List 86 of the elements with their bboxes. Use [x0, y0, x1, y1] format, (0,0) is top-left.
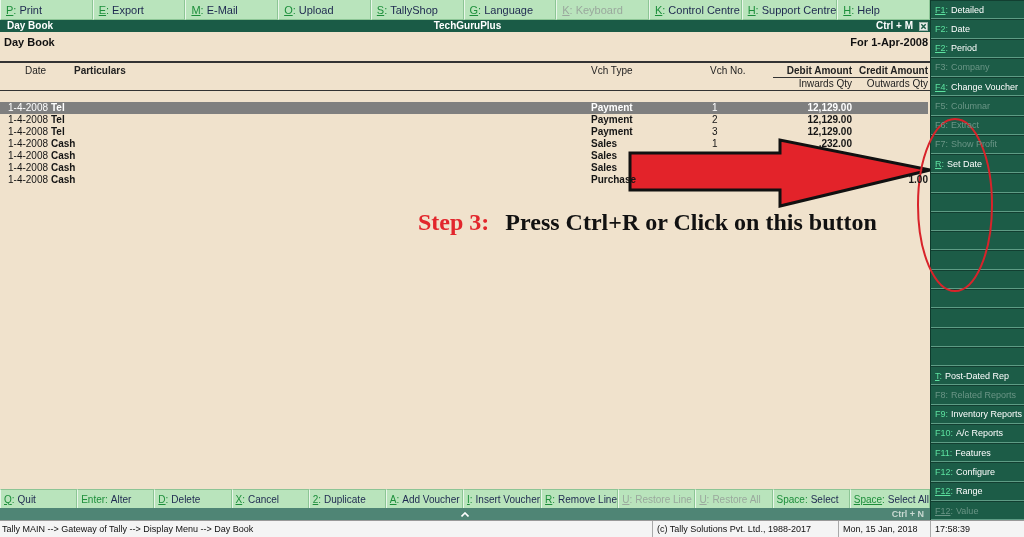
- side-panel-button[interactable]: F2: Date: [931, 19, 1024, 39]
- status-date: Mon, 15 Jan, 2018: [838, 521, 930, 537]
- bottom-bar-button[interactable]: X: Cancel: [231, 489, 309, 508]
- table-cell: 12,129.00: [807, 126, 852, 138]
- table-cell-text: 1-4-2008: [7, 114, 49, 126]
- bottom-bar-button[interactable]: Space: Select: [772, 489, 850, 508]
- toolbar-button[interactable]: H: Support Centre: [741, 0, 838, 20]
- table-cell: Sales: [590, 150, 618, 162]
- report-title: Day Book: [4, 36, 55, 48]
- table-cell: Sales: [590, 162, 618, 174]
- column-header: Inwards Qty: [798, 78, 852, 90]
- table-cell: Cash: [50, 162, 76, 174]
- toolbar-button[interactable]: P: Print: [0, 0, 93, 20]
- bottom-bar-button[interactable]: Q: Quit: [0, 489, 78, 508]
- side-panel-button[interactable]: F1: Detailed: [931, 0, 1024, 20]
- table-cell: Cash: [50, 138, 76, 150]
- table-cell-text: 1-4-2008: [7, 150, 49, 162]
- table-cell: Tel: [50, 126, 65, 138]
- table-cell-text: 1-4-2008: [7, 138, 49, 150]
- close-icon[interactable]: [919, 21, 928, 31]
- shortcut-hint: Ctrl + N: [891, 508, 924, 520]
- side-panel-button[interactable]: T: Post-Dated Rep: [931, 366, 1024, 386]
- table-cell: Tel: [50, 114, 65, 126]
- table-row[interactable]: 1-4-2008 Cash Sales: [0, 162, 928, 174]
- breadcrumb-path: Tally MAIN --> Gateway of Tally --> Display Menu --> Day Book: [1, 523, 255, 536]
- table-cell: ,232.00: [818, 138, 852, 150]
- toolbar-button[interactable]: E: Export: [92, 0, 186, 20]
- table-cell-text: 1-4-2008: [7, 162, 49, 174]
- side-panel-button[interactable]: F12: Range: [931, 481, 1024, 501]
- status-time: 17:58:39: [930, 521, 1024, 537]
- caret-up-icon[interactable]: [461, 511, 469, 517]
- table-cell: Payment: [590, 126, 633, 138]
- column-header: Particulars: [73, 65, 126, 77]
- table-cell: Sales: [590, 138, 618, 150]
- table-row[interactable]: 1-4-2008 Cash Sales 1 ,232.00: [0, 138, 928, 150]
- toolbar-button[interactable]: K: Control Centre: [648, 0, 742, 20]
- table-cell-text: 2: [711, 114, 718, 126]
- table-cell-text: 1-4-2008: [7, 126, 49, 138]
- company-name: TechGuruPlus: [433, 20, 502, 32]
- bottom-bar-button[interactable]: D: Delete: [154, 489, 232, 508]
- bottom-bar-button[interactable]: Space: Select All: [849, 489, 930, 508]
- table-cell-text: 3: [711, 126, 718, 138]
- toolbar-button[interactable]: M: E-Mail: [185, 0, 279, 20]
- table-cell: 12,129.00: [807, 114, 852, 126]
- table-cell-text: 1-4-2008: [7, 174, 49, 186]
- side-panel-button[interactable]: F2: Period: [931, 38, 1024, 58]
- side-panel-button[interactable]: F4: Change Voucher: [931, 77, 1024, 97]
- table-cell: Tel: [50, 102, 65, 114]
- table-cell-text: 1: [711, 102, 718, 114]
- bottom-bar-button[interactable]: I: Insert Voucher: [463, 489, 542, 508]
- table-cell: 12,129.00: [807, 102, 852, 114]
- bottom-bar-button[interactable]: 2: Duplicate: [308, 489, 386, 508]
- bottom-bar-button[interactable]: Enter: Alter: [77, 489, 155, 508]
- table-cell: Payment: [590, 114, 633, 126]
- table-cell: Cash: [50, 174, 76, 186]
- table-row[interactable]: 1-4-2008 Tel Payment 2 12,129.00: [0, 114, 928, 126]
- window-title: Day Book: [7, 20, 55, 32]
- table-row[interactable]: 1-4-2008 Tel Payment 1 12,129.00: [0, 102, 928, 114]
- side-panel-button[interactable]: R: Set Date: [931, 154, 1024, 174]
- side-panel-button[interactable]: F12: Configure: [931, 462, 1024, 482]
- column-header: Outwards Qty: [866, 78, 928, 90]
- instruction-text: Press Ctrl+R or Click on this button: [505, 208, 877, 236]
- column-header: Debit Amount: [786, 65, 852, 77]
- table-cell: Payment: [590, 102, 633, 114]
- side-panel-button[interactable]: F10: A/c Reports: [931, 423, 1024, 444]
- toolbar-button[interactable]: G: Language: [463, 0, 557, 20]
- report-period: For 1-Apr-2008: [850, 36, 928, 48]
- shortcut-hint: Ctrl + M: [876, 20, 913, 32]
- column-header: Vch No.: [709, 65, 746, 77]
- step-label: Step 3:: [418, 208, 490, 236]
- table-row[interactable]: 1-4-2008 Cash Sales: [0, 150, 928, 162]
- bottom-bar-button[interactable]: R: Remove Line: [541, 489, 619, 508]
- toolbar-button[interactable]: H: Help: [837, 0, 930, 20]
- table-row[interactable]: 1-4-2008 Tel Payment 3 12,129.00: [0, 126, 928, 138]
- toolbar-button[interactable]: O: Upload: [278, 0, 371, 20]
- table-cell: Cash: [50, 150, 76, 162]
- table-cell-text: 1: [711, 138, 718, 150]
- bottom-bar-button[interactable]: A: Add Voucher: [385, 489, 463, 508]
- side-panel-button[interactable]: F9: Inventory Reports: [931, 404, 1024, 424]
- toolbar-button[interactable]: S: TallyShop: [370, 0, 464, 20]
- column-header: Vch Type: [590, 65, 633, 77]
- column-header: Credit Amount: [858, 65, 928, 77]
- table-cell-text: 1-4-2008: [7, 102, 49, 114]
- copyright-text: (c) Tally Solutions Pvt. Ltd., 1988-2017: [652, 521, 838, 537]
- column-header: Date: [24, 65, 47, 77]
- side-panel-button[interactable]: F11: Features: [931, 443, 1024, 463]
